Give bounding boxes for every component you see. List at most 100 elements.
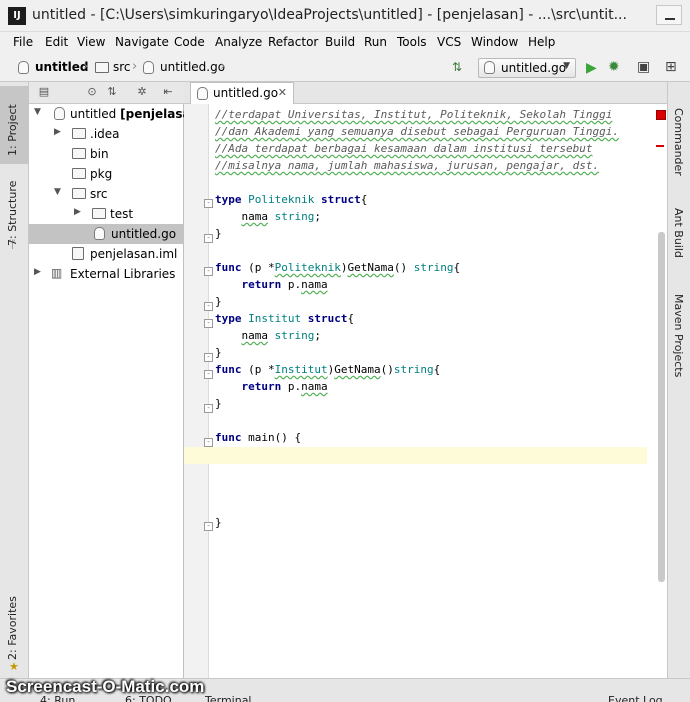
code-line: func (p *Politeknik)GetNama() string{ xyxy=(215,261,461,274)
fold-marker-icon[interactable]: - xyxy=(204,404,213,413)
code-line: func main() { xyxy=(215,431,302,444)
minimize-button[interactable] xyxy=(656,5,682,25)
editor-tab-bar: untitled.go ✕ xyxy=(184,82,667,104)
tab-ant-build[interactable]: Ant Build xyxy=(672,208,685,258)
error-stripe-marker[interactable] xyxy=(656,110,666,120)
tree-item-label: src xyxy=(90,187,108,201)
run-icon[interactable]: ▶ xyxy=(586,61,597,75)
collapse-all-icon[interactable]: ⇅ xyxy=(105,85,119,99)
chevron-right-icon[interactable]: ▶ xyxy=(34,267,41,277)
folder-icon xyxy=(72,148,86,159)
settings-icon[interactable]: ⊞ xyxy=(665,60,677,74)
chevron-right-icon[interactable]: ▶ xyxy=(74,207,81,217)
tree-item-pkg[interactable]: pkg xyxy=(29,164,184,184)
project-panel: ▤ ⊙ ⇅ ✲ ⇤ ▼ untitled [penjelasan] ▶ .ide… xyxy=(29,82,205,678)
menu-window[interactable]: Window xyxy=(471,35,518,49)
code-line: //terdapat Universitas, Institut, Polite… xyxy=(215,108,613,121)
fold-marker-icon[interactable]: - xyxy=(204,370,213,379)
tab-project-label: 1: Project xyxy=(6,104,19,156)
code-line: type Politeknik struct{ xyxy=(215,193,368,206)
fold-marker-icon[interactable]: - xyxy=(204,319,213,328)
caret-line-highlight xyxy=(184,447,647,464)
tree-item-label: bin xyxy=(90,147,109,161)
error-stripe-mark[interactable] xyxy=(656,145,664,147)
tree-item-external-libraries[interactable]: ▶ ▥ External Libraries xyxy=(29,264,184,284)
fold-marker-icon[interactable]: - xyxy=(204,353,213,362)
title-bar: IJ untitled - [C:\Users\simkuringaryo\Id… xyxy=(0,0,690,32)
menu-analyze[interactable]: Analyze xyxy=(215,35,262,49)
menu-tools[interactable]: Tools xyxy=(397,35,427,49)
code-line: //misalnya nama, jumlah mahasiswa, jurus… xyxy=(215,159,600,172)
breadcrumb-project[interactable]: untitled xyxy=(35,60,89,74)
run-config-label: untitled.go xyxy=(501,61,567,75)
debug-icon[interactable]: ✹ xyxy=(608,60,620,74)
scroll-from-source-icon[interactable]: ⊙ xyxy=(85,85,99,99)
go-file-icon xyxy=(143,61,154,74)
tree-item-label: .idea xyxy=(90,127,120,141)
menu-help[interactable]: Help xyxy=(528,35,555,49)
left-tool-strip: 1: Project 7: Structure ᛘ 2: Favorites ★ xyxy=(0,82,29,678)
tab-maven-projects[interactable]: Maven Projects xyxy=(672,294,685,377)
tree-item-bin[interactable]: bin xyxy=(29,144,184,164)
tree-item-idea[interactable]: ▶ .idea xyxy=(29,124,184,144)
fold-marker-icon[interactable]: - xyxy=(204,302,213,311)
sort-icon[interactable]: ⇅ xyxy=(452,60,462,74)
tab-project[interactable]: 1: Project xyxy=(0,86,29,164)
menu-file[interactable]: File xyxy=(13,35,33,49)
tab-commander[interactable]: Commander xyxy=(672,108,685,176)
menu-code[interactable]: Code xyxy=(174,35,205,49)
tab-favorites-label: 2: Favorites xyxy=(6,596,19,660)
view-mode-icon[interactable]: ▤ xyxy=(37,85,51,99)
menu-build[interactable]: Build xyxy=(325,35,355,49)
breadcrumb-file[interactable]: untitled.go xyxy=(160,60,225,74)
tree-item-label: test xyxy=(110,207,134,221)
fold-marker-icon[interactable]: - xyxy=(204,199,213,208)
tab-structure[interactable]: 7: Structure xyxy=(0,174,29,246)
code-line: } xyxy=(215,516,222,529)
tab-terminal[interactable]: Terminal xyxy=(205,694,252,702)
close-icon[interactable]: ✕ xyxy=(278,86,287,99)
tree-item-label: penjelasan.iml xyxy=(90,247,178,261)
menu-navigate[interactable]: Navigate xyxy=(115,35,169,49)
chevron-right-icon[interactable]: ▶ xyxy=(54,127,61,137)
tree-item-test[interactable]: ▶ test xyxy=(29,204,184,224)
code-line: nama string; xyxy=(241,329,322,342)
library-icon: ▥ xyxy=(51,266,63,280)
menu-edit[interactable]: Edit xyxy=(45,35,68,49)
tab-event-log[interactable]: Event Log xyxy=(608,694,663,702)
project-structure-icon[interactable]: ▣ xyxy=(637,60,650,74)
tree-item-penjelasan-iml[interactable]: penjelasan.iml xyxy=(29,244,184,264)
vertical-scrollbar[interactable] xyxy=(658,232,665,582)
fold-marker-icon[interactable]: - xyxy=(204,234,213,243)
editor-gutter: - - - - - - - - - - xyxy=(184,104,213,678)
breadcrumb-folder[interactable]: src xyxy=(113,60,131,74)
intellij-icon[interactable]: IJ xyxy=(8,7,26,25)
chevron-down-icon[interactable]: ▼ xyxy=(34,107,41,117)
folder-icon xyxy=(72,188,86,199)
code-line: //Ada terdapat berbagai kesamaan dalam i… xyxy=(215,142,593,155)
structure-icon: ᛘ xyxy=(9,238,16,251)
tree-item-src[interactable]: ▼ src xyxy=(29,184,184,204)
fold-marker-icon[interactable]: - xyxy=(204,267,213,276)
code-line: } xyxy=(215,295,222,308)
menu-view[interactable]: View xyxy=(77,35,105,49)
watermark-text: Screencast-O-Matic.com xyxy=(6,677,205,696)
breadcrumb-separator: › xyxy=(83,59,89,74)
tab-favorites[interactable]: 2: Favorites xyxy=(0,588,29,660)
fold-marker-icon[interactable]: - xyxy=(204,522,213,531)
breadcrumb-separator: › xyxy=(220,59,226,74)
tree-item-untitled[interactable]: ▼ untitled [penjelasan] xyxy=(29,104,205,124)
tab-untitled-go[interactable]: untitled.go ✕ xyxy=(190,82,294,104)
menu-run[interactable]: Run xyxy=(364,35,387,49)
run-config-select[interactable]: untitled.go ▼ xyxy=(478,58,576,78)
hide-panel-icon[interactable]: ⇤ xyxy=(161,85,175,99)
fold-marker-icon[interactable]: - xyxy=(204,438,213,447)
chevron-down-icon[interactable]: ▼ xyxy=(54,187,61,197)
gear-icon[interactable]: ✲ xyxy=(135,85,149,99)
tab-structure-label: 7: Structure xyxy=(6,180,19,246)
menu-vcs[interactable]: VCS xyxy=(437,35,461,49)
iml-file-icon xyxy=(72,247,84,260)
tree-item-untitled-go[interactable]: untitled.go xyxy=(29,224,184,244)
folder-icon xyxy=(72,128,86,139)
menu-refactor[interactable]: Refactor xyxy=(268,35,318,49)
